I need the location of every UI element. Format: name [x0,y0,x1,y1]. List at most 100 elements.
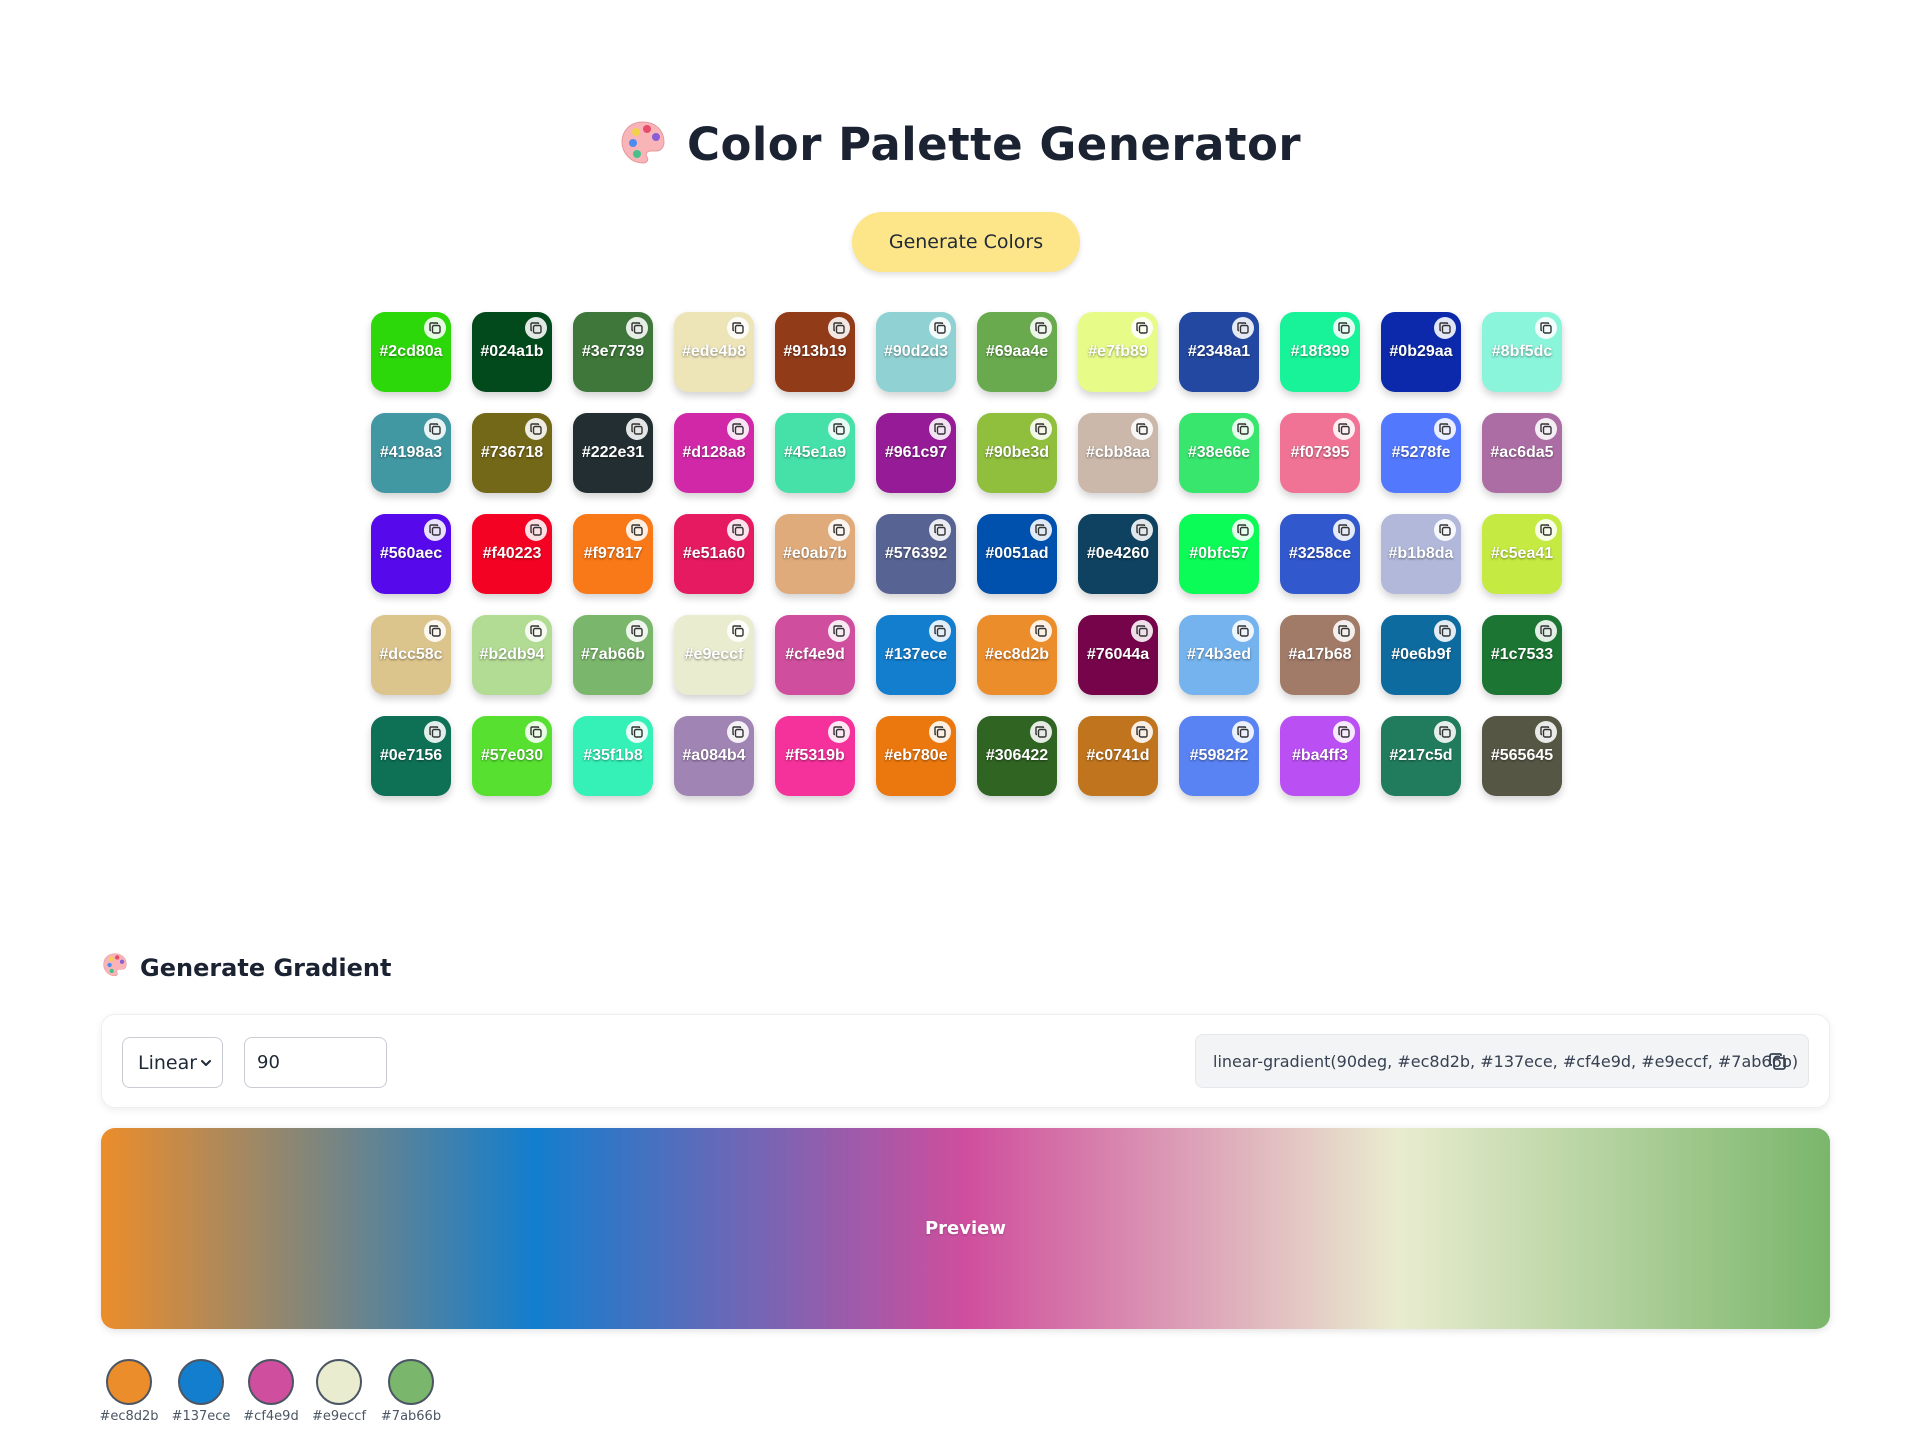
copy-icon[interactable] [727,519,749,541]
copy-icon[interactable] [626,721,648,743]
copy-icon[interactable] [1131,620,1153,642]
copy-icon[interactable] [1535,418,1557,440]
copy-icon[interactable] [1232,620,1254,642]
color-swatch[interactable]: #736718 [472,413,552,493]
gradient-angle-input[interactable] [244,1037,387,1088]
color-swatch[interactable]: #137ece [876,615,956,695]
copy-icon[interactable] [1131,418,1153,440]
color-swatch[interactable]: #18f399 [1280,312,1360,392]
stop-color-circle[interactable] [248,1359,294,1405]
copy-icon[interactable] [1434,721,1456,743]
color-swatch[interactable]: #913b19 [775,312,855,392]
color-swatch[interactable]: #35f1b8 [573,716,653,796]
copy-icon[interactable] [1434,418,1456,440]
copy-icon[interactable] [1131,317,1153,339]
color-swatch[interactable]: #7ab66b [573,615,653,695]
color-swatch[interactable]: #306422 [977,716,1057,796]
color-swatch[interactable]: #38e66e [1179,413,1259,493]
copy-icon[interactable] [727,418,749,440]
color-swatch[interactable]: #c5ea41 [1482,514,1562,594]
copy-icon[interactable] [424,519,446,541]
gradient-stop[interactable]: #e9eccf [301,1359,377,1424]
color-swatch[interactable]: #f07395 [1280,413,1360,493]
copy-icon[interactable] [1030,317,1052,339]
color-swatch[interactable]: #5278fe [1381,413,1461,493]
color-swatch[interactable]: #cbb8aa [1078,413,1158,493]
color-swatch[interactable]: #f97817 [573,514,653,594]
color-swatch[interactable]: #f5319b [775,716,855,796]
color-swatch[interactable]: #961c97 [876,413,956,493]
copy-icon[interactable] [525,519,547,541]
copy-icon[interactable] [1333,721,1355,743]
color-swatch[interactable]: #ac6da5 [1482,413,1562,493]
color-swatch[interactable]: #ec8d2b [977,615,1057,695]
color-swatch[interactable]: #8bf5dc [1482,312,1562,392]
color-swatch[interactable]: #e51a60 [674,514,754,594]
color-swatch[interactable]: #3258ce [1280,514,1360,594]
color-swatch[interactable]: #eb780e [876,716,956,796]
copy-icon[interactable] [828,620,850,642]
copy-icon[interactable] [828,418,850,440]
color-swatch[interactable]: #0e6b9f [1381,615,1461,695]
copy-icon[interactable] [1232,317,1254,339]
stop-color-circle[interactable] [106,1359,152,1405]
copy-icon[interactable] [424,317,446,339]
gradient-stop[interactable]: #7ab66b [373,1359,449,1424]
copy-icon[interactable] [1333,519,1355,541]
copy-icon[interactable] [525,418,547,440]
copy-icon[interactable] [1333,418,1355,440]
color-swatch[interactable]: #565645 [1482,716,1562,796]
copy-icon[interactable] [424,620,446,642]
copy-icon[interactable] [525,721,547,743]
copy-icon[interactable] [1030,721,1052,743]
color-swatch[interactable]: #2cd80a [371,312,451,392]
color-swatch[interactable]: #c0741d [1078,716,1158,796]
color-swatch[interactable]: #a17b68 [1280,615,1360,695]
gradient-type-select[interactable]: Linear [122,1037,223,1088]
color-swatch[interactable]: #dcc58c [371,615,451,695]
copy-icon[interactable] [727,317,749,339]
generate-colors-button[interactable]: Generate Colors [852,212,1080,272]
color-swatch[interactable]: #4198a3 [371,413,451,493]
copy-icon[interactable] [626,519,648,541]
color-swatch[interactable]: #90be3d [977,413,1057,493]
copy-icon[interactable] [1232,519,1254,541]
copy-icon[interactable] [1131,519,1153,541]
color-swatch[interactable]: #ede4b8 [674,312,754,392]
color-swatch[interactable]: #024a1b [472,312,552,392]
color-swatch[interactable]: #0b29aa [1381,312,1461,392]
color-swatch[interactable]: #576392 [876,514,956,594]
copy-icon[interactable] [1535,519,1557,541]
color-swatch[interactable]: #f40223 [472,514,552,594]
color-swatch[interactable]: #222e31 [573,413,653,493]
color-swatch[interactable]: #69aa4e [977,312,1057,392]
copy-icon[interactable] [929,418,951,440]
copy-icon[interactable] [828,721,850,743]
color-swatch[interactable]: #1c7533 [1482,615,1562,695]
copy-icon[interactable] [626,317,648,339]
color-swatch[interactable]: #cf4e9d [775,615,855,695]
copy-icon[interactable] [525,620,547,642]
color-swatch[interactable]: #d128a8 [674,413,754,493]
copy-icon[interactable] [929,620,951,642]
copy-icon[interactable] [1434,620,1456,642]
color-swatch[interactable]: #e7fb89 [1078,312,1158,392]
color-swatch[interactable]: #74b3ed [1179,615,1259,695]
copy-icon[interactable] [929,721,951,743]
copy-icon[interactable] [1232,721,1254,743]
color-swatch[interactable]: #0051ad [977,514,1057,594]
copy-icon[interactable] [424,418,446,440]
copy-icon[interactable] [929,317,951,339]
copy-icon[interactable] [626,418,648,440]
color-swatch[interactable]: #0e7156 [371,716,451,796]
copy-icon[interactable] [1030,519,1052,541]
gradient-stop[interactable]: #137ece [163,1359,239,1424]
color-swatch[interactable]: #57e030 [472,716,552,796]
color-swatch[interactable]: #e0ab7b [775,514,855,594]
color-swatch[interactable]: #5982f2 [1179,716,1259,796]
copy-icon[interactable] [1333,317,1355,339]
copy-icon[interactable] [727,620,749,642]
copy-icon[interactable] [1535,317,1557,339]
copy-icon[interactable] [1434,519,1456,541]
color-swatch[interactable]: #2348a1 [1179,312,1259,392]
